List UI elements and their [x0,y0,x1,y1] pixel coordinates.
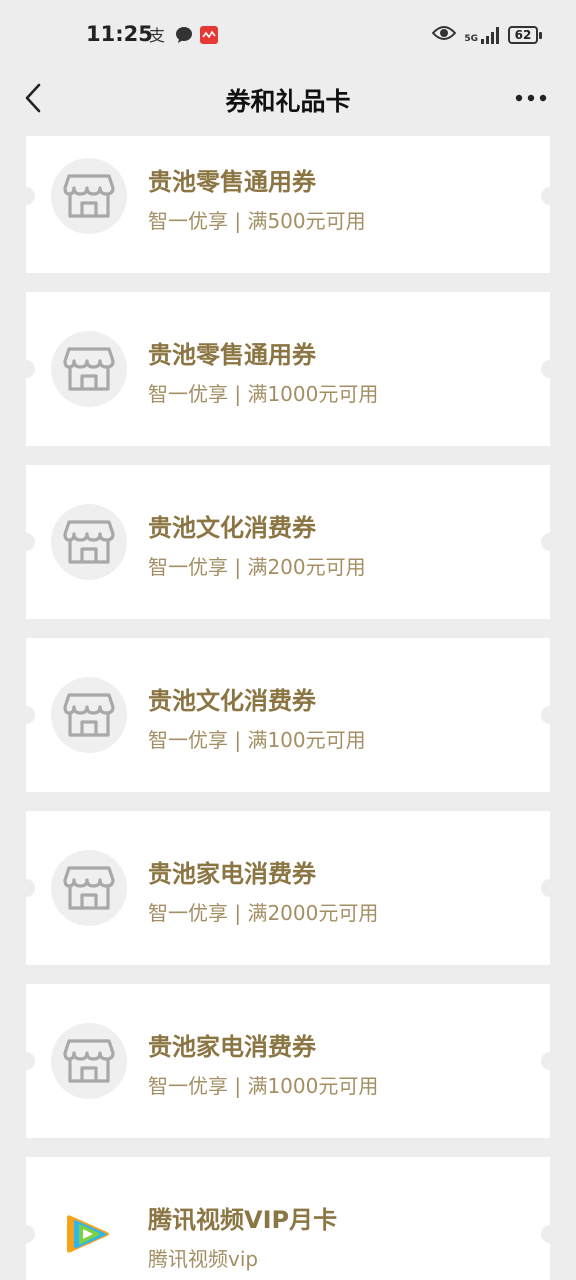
store-icon [51,504,127,580]
coupon-subtitle: 智一优享 | 满2000元可用 [148,901,379,925]
tencent-video-icon [51,1196,127,1272]
store-icon [51,677,127,753]
more-dots-icon [515,94,547,102]
store-icon [51,1023,127,1099]
coupon-card[interactable]: 贵池零售通用券 智一优享 | 满500元可用 [17,136,559,273]
store-icon [51,331,127,407]
coupon-list: 贵池零售通用券 智一优享 | 满500元可用 贵池零售通用券 智一优享 | 满1… [17,136,559,1280]
cell-signal-icon: 5G [464,26,500,44]
coupon-title: 贵池零售通用券 [148,168,316,196]
nav-bar: 券和礼品卡 [0,72,576,126]
message-icon [174,25,194,49]
coupon-title: 贵池家电消费券 [148,860,316,888]
coupon-title: 贵池文化消费券 [148,514,316,542]
coupon-subtitle: 智一优享 | 满500元可用 [148,209,366,233]
status-bar: 11:25 支 5G 62 [0,0,576,72]
coupon-card[interactable]: 贵池文化消费券 智一优享 | 满200元可用 [17,465,559,619]
coupon-title: 贵池文化消费券 [148,687,316,715]
gift-card-subtitle: 腾讯视频vip [148,1247,259,1271]
coupon-list-viewport[interactable]: 贵池零售通用券 智一优享 | 满500元可用 贵池零售通用券 智一优享 | 满1… [0,136,576,1280]
gift-card-title: 腾讯视频VIP月卡 [148,1206,338,1234]
more-button[interactable] [514,84,548,112]
coupon-title: 贵池零售通用券 [148,341,316,369]
status-time: 11:25 [86,22,153,46]
coupon-card[interactable]: 贵池家电消费券 智一优享 | 满2000元可用 [17,811,559,965]
battery-icon: 62 [508,26,542,44]
coupon-card[interactable]: 贵池家电消费券 智一优享 | 满1000元可用 [17,984,559,1138]
gift-card[interactable]: 腾讯视频VIP月卡 腾讯视频vip [17,1157,559,1280]
coupon-subtitle: 智一优享 | 满200元可用 [148,555,366,579]
coupon-subtitle: 智一优享 | 满1000元可用 [148,1074,379,1098]
svg-text:支: 支 [149,26,165,45]
status-left-icons: 支 [148,25,218,49]
alipay-icon: 支 [148,25,168,49]
coupon-title: 贵池家电消费券 [148,1033,316,1061]
coupon-card[interactable]: 贵池零售通用券 智一优享 | 满1000元可用 [17,292,559,446]
network-type: 5G [464,34,478,44]
page-title: 券和礼品卡 [225,87,351,116]
app-notification-icon [200,26,218,48]
coupon-subtitle: 智一优享 | 满1000元可用 [148,382,379,406]
store-icon [51,158,127,234]
coupon-card[interactable]: 贵池文化消费券 智一优享 | 满100元可用 [17,638,559,792]
store-icon [51,850,127,926]
status-right-icons: 5G 62 [431,24,542,46]
coupon-subtitle: 智一优享 | 满100元可用 [148,728,366,752]
eye-icon [431,24,457,46]
